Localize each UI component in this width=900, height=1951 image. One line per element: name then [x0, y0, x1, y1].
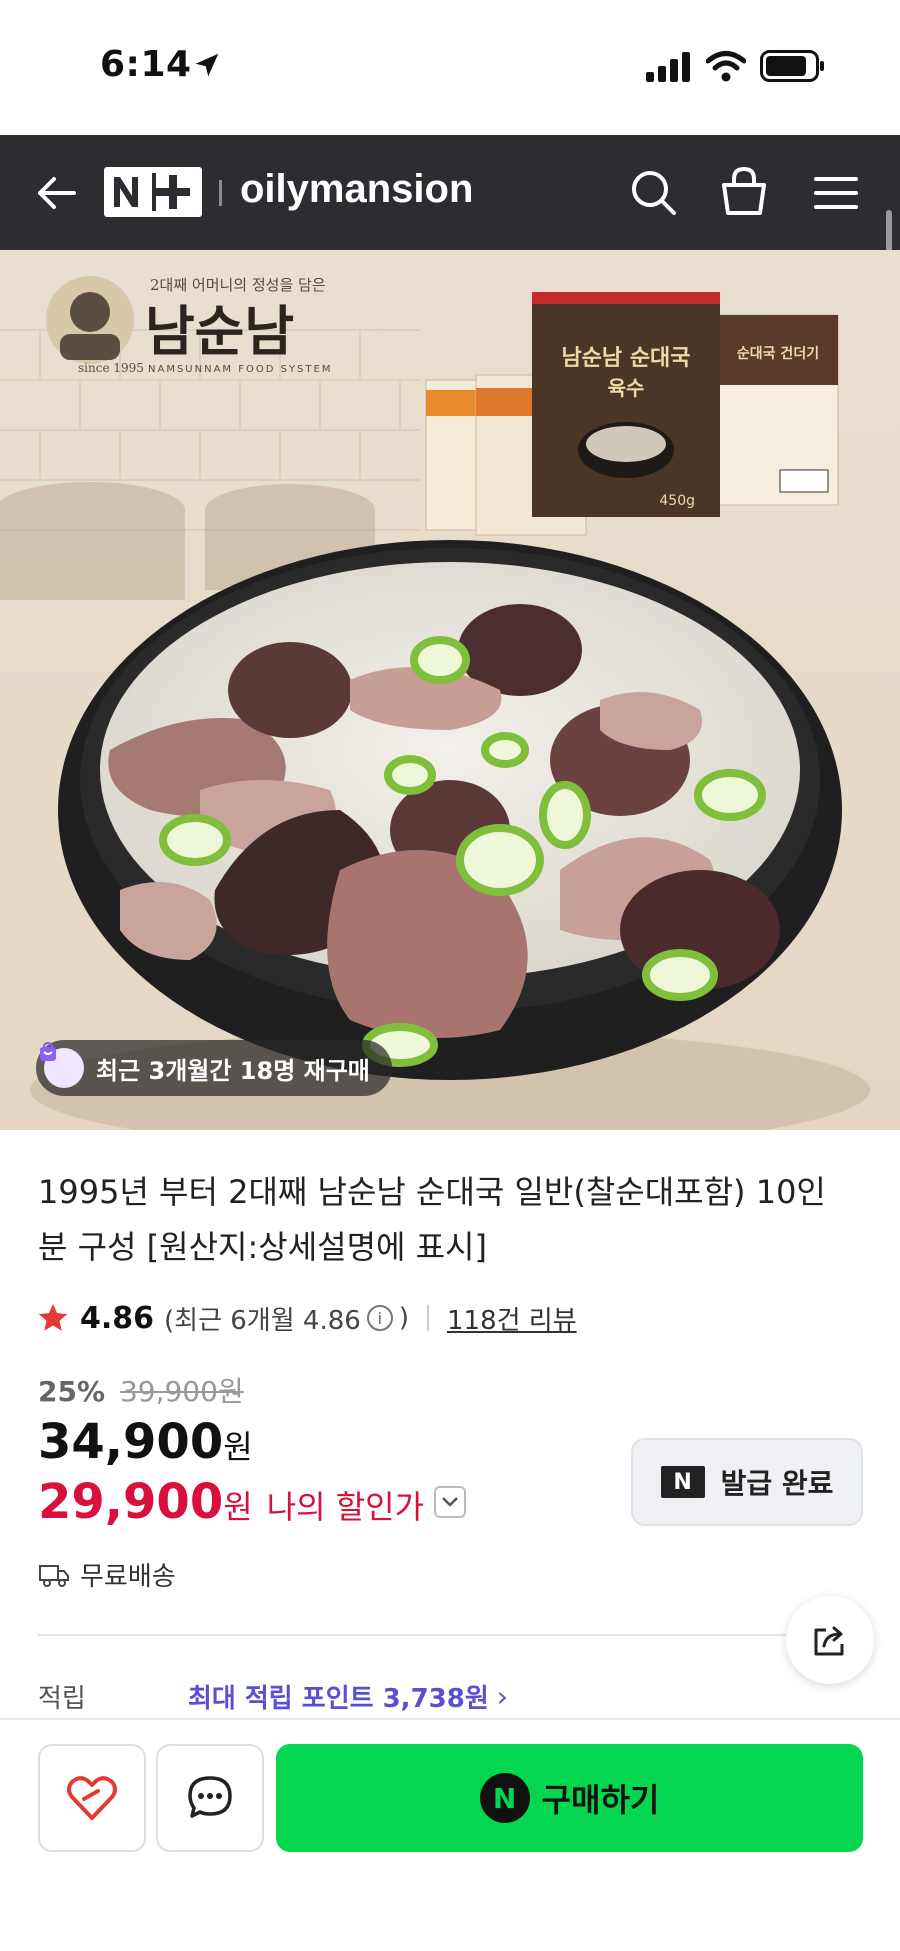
purple-bag-icon [40, 1041, 84, 1088]
my-discount-label: 나의 할인가 [266, 1488, 425, 1526]
brand-name: 남순남 [145, 299, 294, 363]
points-label: 적립 [38, 1684, 86, 1714]
naver-pay-n-icon: N [479, 1773, 530, 1823]
status-time: 6:14 [100, 44, 192, 85]
battery-icon [760, 50, 824, 82]
rating-row: 4.86 (최근 6개월 4.86 i ) 118건 리뷰 [36, 1298, 577, 1338]
share-button[interactable] [786, 1596, 874, 1684]
product-hero-image[interactable]: 2대째 어머니의 정성을 담은 남순남 since 1995 NAMSUNNAM… [0, 250, 900, 1130]
header-divider [219, 180, 222, 206]
hamburger-menu-icon[interactable] [808, 165, 864, 221]
chevron-down-icon[interactable] [434, 1486, 467, 1518]
wishlist-button[interactable] [38, 1744, 146, 1852]
location-arrow-icon [195, 53, 219, 77]
shipping-text: 무료배송 [80, 1562, 176, 1592]
search-icon[interactable] [626, 165, 682, 221]
chevron-right-icon: › [496, 1680, 508, 1713]
star-icon [38, 1303, 68, 1331]
rating-recent: (최근 6개월 4.86 [164, 1305, 361, 1336]
price-row: 34,900원 [38, 1414, 253, 1470]
review-count-link[interactable]: 118건 리뷰 [447, 1300, 577, 1337]
cellular-signal-icon [646, 52, 690, 82]
original-price: 39,900원 [119, 1375, 244, 1408]
brand-system: NAMSUNNAM FOOD SYSTEM [148, 364, 332, 375]
repurchase-text: 최근 3개월간 18명 재구매 [96, 1056, 370, 1085]
brand-since: since 1995 [78, 361, 144, 375]
my-price-row: 29,900 원 나의 할인가 [38, 1474, 467, 1530]
section-divider [38, 1634, 798, 1636]
truck-icon [39, 1564, 69, 1587]
store-name[interactable]: oilymansion [240, 167, 473, 212]
product-title: 1995년 부터 2대째 남순남 순대국 일반(찰순대포함) 10인분 구성 [… [38, 1173, 826, 1266]
points-row[interactable]: 적립 최대 적립 포인트 3,738원 › [38, 1678, 858, 1715]
chat-button[interactable] [156, 1744, 264, 1852]
sale-price: 34,900 [38, 1414, 224, 1470]
heart-icon [67, 1776, 117, 1820]
shipping-row: 무료배송 [38, 1556, 176, 1593]
rating-recent-close: ) [398, 1303, 409, 1333]
naver-n-icon: N [660, 1466, 705, 1498]
share-icon [814, 1626, 844, 1656]
buy-label: 구매하기 [541, 1781, 660, 1819]
wifi-icon [706, 51, 746, 82]
my-discount-price: 29,900 [38, 1474, 224, 1530]
discount-row: 25% 39,900원 [38, 1370, 244, 1410]
info-icon[interactable]: i [366, 1305, 393, 1331]
brand-tagline: 2대째 어머니의 정성을 담은 [150, 276, 326, 294]
naver-plus-logo[interactable] [104, 167, 202, 217]
coupon-issued-button[interactable]: N 발급 완료 [631, 1438, 863, 1526]
package-main-sub: 육수 [608, 376, 645, 400]
my-discount-price-unit: 원 [223, 1488, 253, 1526]
status-bar: 6:14 [0, 0, 900, 135]
app-header: oilymansion [0, 135, 900, 250]
bottom-action-bar: N 구매하기 [0, 1718, 900, 1951]
package-side-name: 순대국 건더기 [737, 345, 819, 362]
points-value[interactable]: 최대 적립 포인트 3,738원 [188, 1678, 489, 1715]
rating-score: 4.86 [80, 1300, 155, 1336]
discount-rate: 25% [38, 1375, 106, 1408]
hero-illustration: 2대째 어머니의 정성을 담은 남순남 since 1995 NAMSUNNAM… [0, 250, 900, 1130]
back-arrow-icon[interactable] [28, 165, 84, 221]
package-main-name: 남순남 순대국 [561, 346, 690, 371]
buy-button[interactable]: N 구매하기 [276, 1744, 863, 1852]
sale-price-unit: 원 [223, 1428, 253, 1466]
coupon-label: 발급 완료 [720, 1467, 834, 1500]
chat-bubble-icon [188, 1776, 232, 1818]
rating-divider [426, 1305, 429, 1331]
shopping-bag-icon[interactable] [716, 163, 772, 221]
repurchase-badge: 최근 3개월간 18명 재구매 [36, 1040, 392, 1096]
package-weight: 450g [659, 493, 695, 509]
